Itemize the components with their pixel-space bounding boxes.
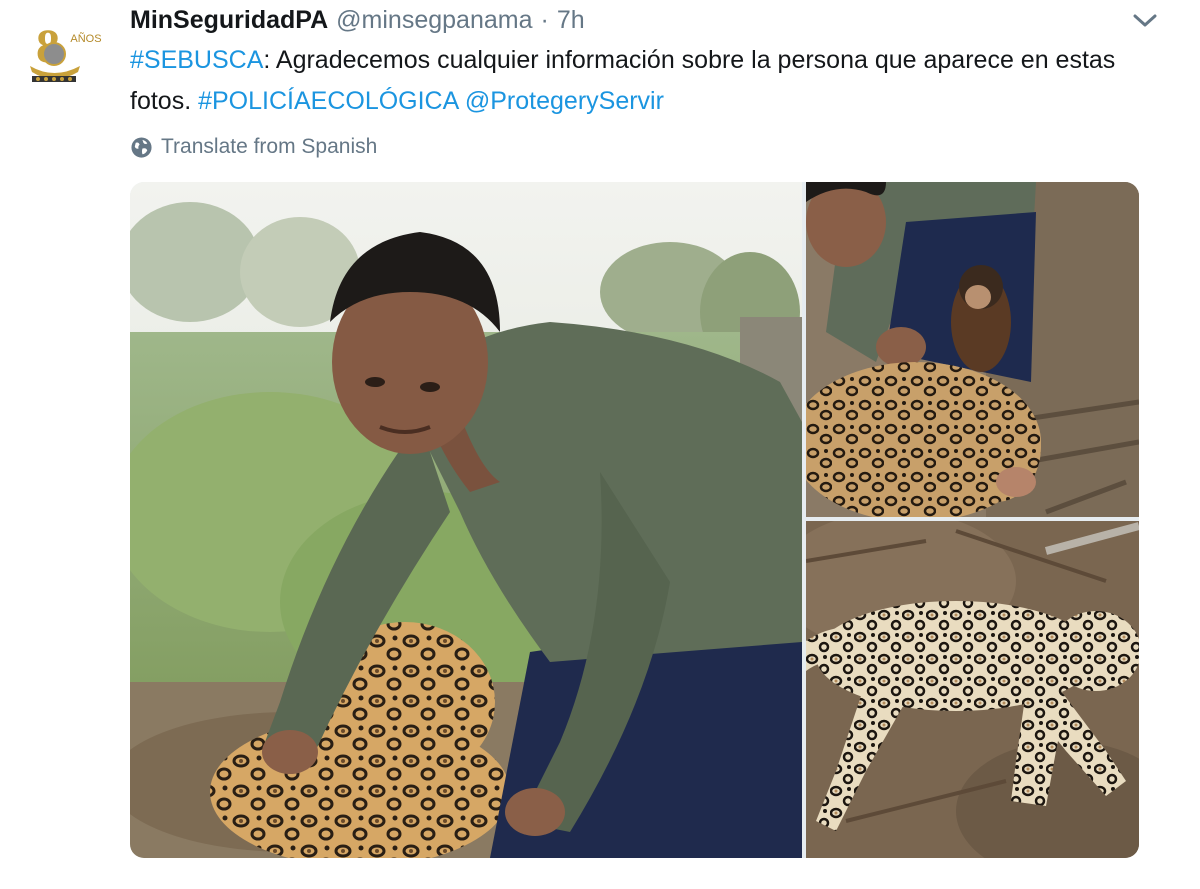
media-grid [130,182,1139,858]
separator: · [540,5,549,34]
tweet-header: MinSeguridadPA @minsegpanama · 7h [130,2,1160,38]
photo-main[interactable] [130,182,802,858]
hashtag-policia-ecologica[interactable]: #POLICÍAECOLÓGICA [198,87,458,115]
hashtag-sebusca[interactable]: #SEBUSCA [130,46,263,74]
chevron-down-icon [1133,14,1157,27]
photo-top-right[interactable] [806,182,1139,517]
avatar[interactable]: 8 AÑOS [18,10,110,92]
timestamp[interactable]: 7h [557,6,585,35]
svg-text:AÑOS: AÑOS [70,32,101,45]
mention-proteger-y-servir[interactable]: @ProtegeryServir [465,87,664,115]
globe-icon [131,136,152,158]
photo-bottom-right[interactable] [806,521,1139,858]
ministry-logo-icon: 8 AÑOS [30,20,102,82]
user-handle[interactable]: @minsegpanama [336,6,532,35]
translate-label: Translate from Spanish [161,135,378,158]
tweet-menu-button[interactable] [1132,12,1158,30]
display-name[interactable]: MinSeguridadPA [130,6,328,35]
tweet-text: #SEBUSCA: Agradecemos cualquier informac… [130,40,1160,122]
translate-link[interactable]: Translate from Spanish [130,132,377,162]
